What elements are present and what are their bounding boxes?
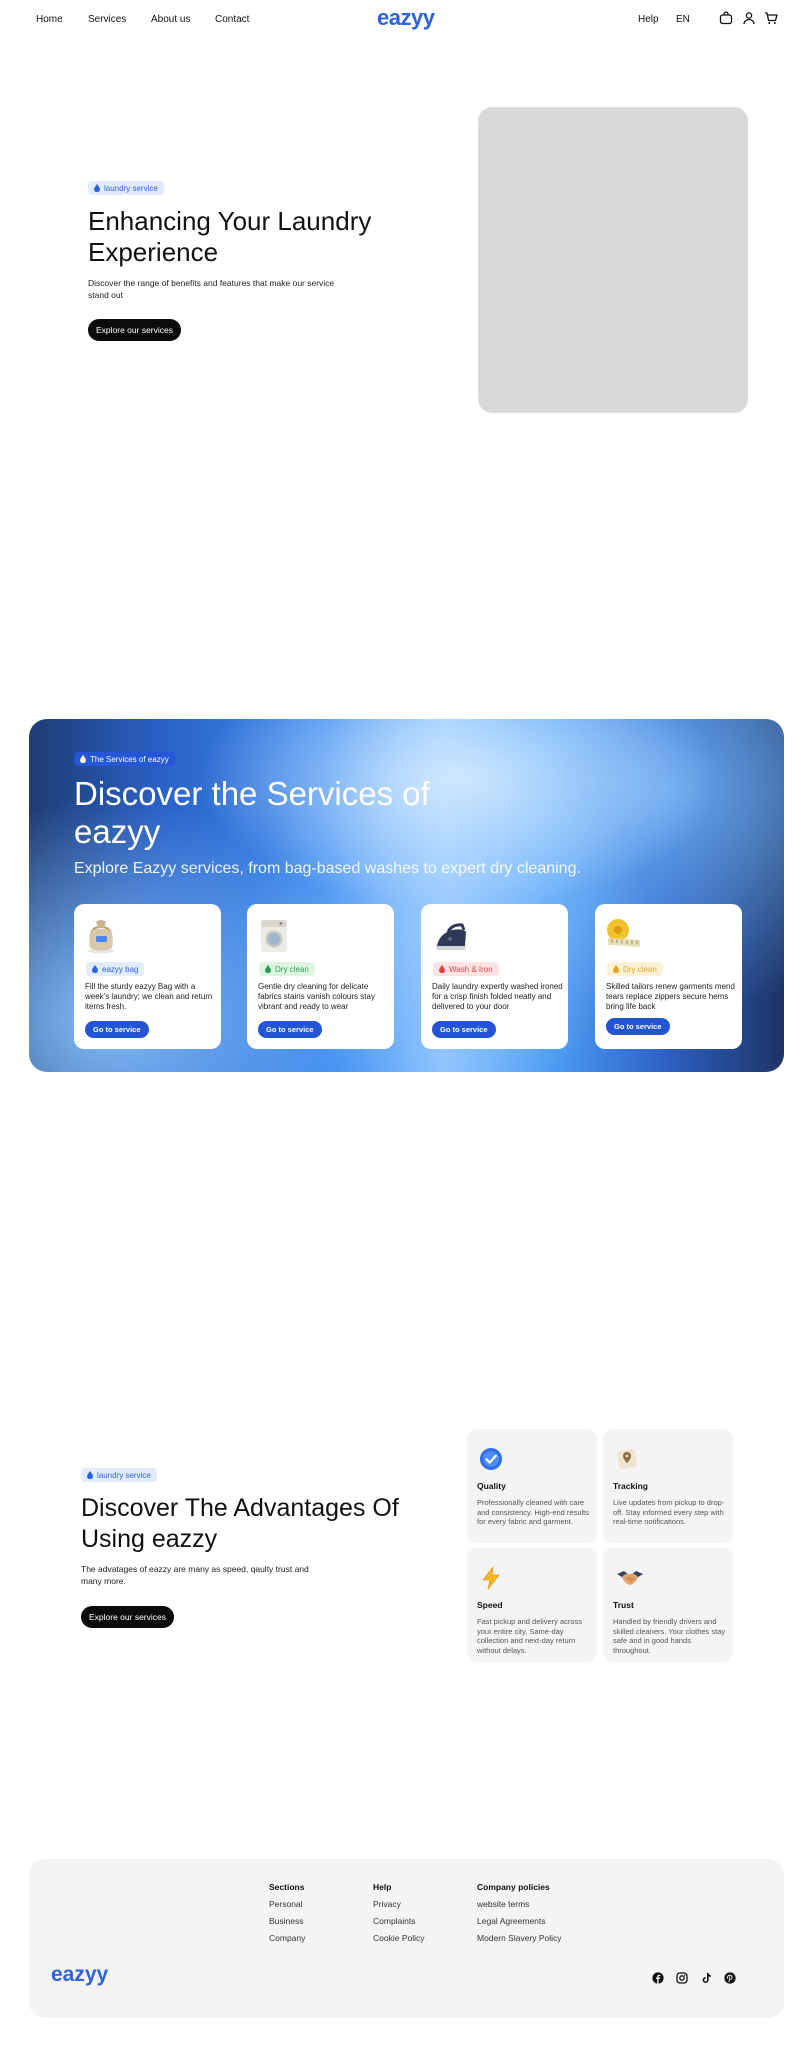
hero-title: Enhancing Your Laundry Experience bbox=[88, 206, 372, 267]
feature-name: Speed bbox=[477, 1600, 503, 1610]
go-to-service-button[interactable]: Go to service bbox=[432, 1021, 496, 1038]
service-tag-label: Wash & Iron bbox=[449, 964, 493, 974]
logo[interactable]: eazyy bbox=[377, 5, 435, 31]
drop-icon bbox=[87, 1471, 93, 1479]
drop-icon bbox=[613, 965, 619, 973]
service-description: Skilled tailors renew garments mend tear… bbox=[606, 982, 735, 1011]
footer-link-modern-slavery[interactable]: Modern Slavery Policy bbox=[477, 1933, 562, 1943]
hero-tag-label: laundry service bbox=[104, 183, 158, 193]
handshake-icon bbox=[617, 1571, 643, 1585]
advantages-description: The advatages of eazzy are many as speed… bbox=[81, 1564, 309, 1586]
service-tag-label: Dry clean bbox=[623, 964, 657, 974]
service-tag: Dry clean bbox=[607, 962, 663, 976]
feature-name: Quality bbox=[477, 1481, 506, 1491]
feature-name: Trust bbox=[613, 1600, 634, 1610]
map-pin-icon bbox=[617, 1449, 637, 1469]
footer-link-legal-agreements[interactable]: Legal Agreements bbox=[477, 1916, 546, 1926]
cart-icon[interactable] bbox=[764, 11, 778, 25]
tiktok-icon[interactable] bbox=[700, 1972, 712, 1984]
service-card-tailoring: Dry clean Skilled tailors renew garments… bbox=[595, 904, 742, 1049]
iron-icon bbox=[436, 923, 466, 950]
explore-services-button[interactable]: Explore our services bbox=[88, 319, 182, 341]
feature-card-tracking: Tracking Live updates from pickup to dro… bbox=[603, 1429, 733, 1543]
go-to-service-button[interactable]: Go to service bbox=[606, 1018, 670, 1035]
check-badge-icon bbox=[480, 1448, 502, 1470]
go-to-service-button[interactable]: Go to service bbox=[85, 1021, 149, 1038]
feature-name: Tracking bbox=[613, 1481, 648, 1491]
drop-icon bbox=[94, 184, 100, 192]
service-description: Fill the sturdy eazyy Bag with a week's … bbox=[85, 982, 213, 1011]
nav-link-home[interactable]: Home bbox=[36, 14, 63, 25]
service-description: Gentle dry cleaning for delicate fabrics… bbox=[258, 982, 375, 1011]
feature-description: Live updates from pickup to drop-off. St… bbox=[613, 1498, 725, 1526]
service-card-dry-clean: Dry clean Gentle dry cleaning for delica… bbox=[247, 904, 394, 1049]
go-to-service-button[interactable]: Go to service bbox=[258, 1021, 322, 1038]
service-tag: Dry clean bbox=[259, 962, 315, 976]
advantages-tag: laundry service bbox=[81, 1468, 157, 1482]
bag-icon[interactable] bbox=[719, 11, 733, 25]
hero-description: Discover the range of benefits and featu… bbox=[88, 278, 335, 300]
footer: Sections Personal Business Company Help … bbox=[29, 1859, 784, 2018]
drop-icon bbox=[265, 965, 271, 973]
advantages-tag-label: laundry service bbox=[97, 1470, 151, 1480]
feature-card-speed: Speed Fast pickup and delivery across yo… bbox=[467, 1548, 597, 1662]
nav-link-help[interactable]: Help bbox=[638, 14, 659, 25]
hero-tag: laundry service bbox=[88, 181, 164, 195]
facebook-icon[interactable] bbox=[652, 1972, 664, 1984]
feature-card-quality: Quality Professionally cleaned with care… bbox=[467, 1429, 597, 1543]
user-icon[interactable] bbox=[742, 11, 756, 25]
instagram-icon[interactable] bbox=[676, 1972, 688, 1984]
service-tag: Wash & Iron bbox=[433, 962, 499, 976]
services-subtitle: Explore Eazyy services, from bag-based w… bbox=[74, 860, 581, 877]
lightning-icon bbox=[482, 1566, 500, 1590]
feature-description: Handled by friendly drivers and skilled … bbox=[613, 1617, 726, 1655]
service-card-eazyy-bag: eazyy bag Fill the sturdy eazyy Bag with… bbox=[74, 904, 221, 1049]
services-tag: The Services of eazyy bbox=[74, 752, 175, 766]
footer-column-title: Company policies bbox=[477, 1882, 550, 1892]
top-navigation: Home Services About us Contact eazyy Hel… bbox=[0, 0, 812, 38]
services-tag-label: The Services of eazyy bbox=[90, 754, 169, 764]
drop-icon bbox=[80, 755, 86, 763]
service-tag-label: Dry clean bbox=[275, 964, 309, 974]
service-tag: eazyy bag bbox=[86, 962, 145, 976]
measuring-tape-icon bbox=[607, 919, 640, 947]
footer-link-personal[interactable]: Personal bbox=[269, 1899, 303, 1909]
service-description: Daily laundry expertly washed ironed for… bbox=[432, 982, 563, 1011]
services-title: Discover the Services of eazyy bbox=[74, 775, 430, 850]
feature-description: Fast pickup and delivery across your ent… bbox=[477, 1617, 583, 1655]
nav-link-services[interactable]: Services bbox=[88, 14, 126, 25]
services-section: The Services of eazyy Discover the Servi… bbox=[29, 719, 784, 1072]
washing-machine-icon bbox=[261, 920, 287, 952]
pinterest-icon[interactable] bbox=[724, 1972, 736, 1984]
drop-icon bbox=[92, 965, 98, 973]
footer-logo[interactable]: eazyy bbox=[51, 1963, 108, 1987]
footer-link-website-terms[interactable]: website terms bbox=[477, 1899, 529, 1909]
hero-image-placeholder bbox=[478, 107, 748, 413]
footer-column-title: Sections bbox=[269, 1882, 305, 1892]
footer-link-company[interactable]: Company bbox=[269, 1933, 305, 1943]
footer-link-privacy[interactable]: Privacy bbox=[373, 1899, 401, 1909]
language-selector[interactable]: EN bbox=[676, 14, 690, 25]
service-card-wash-iron: Wash & Iron Daily laundry expertly washe… bbox=[421, 904, 568, 1049]
advantages-title: Discover The Advantages Of Using eazzy bbox=[81, 1494, 399, 1553]
footer-column-title: Help bbox=[373, 1882, 392, 1892]
footer-link-complaints[interactable]: Complaints bbox=[373, 1916, 416, 1926]
drop-icon bbox=[439, 965, 445, 973]
service-tag-label: eazyy bag bbox=[102, 964, 139, 974]
explore-services-button-2[interactable]: Explore our services bbox=[81, 1606, 175, 1628]
feature-description: Professionally cleaned with care and con… bbox=[477, 1498, 590, 1526]
nav-link-about[interactable]: About us bbox=[151, 14, 190, 25]
feature-card-trust: Trust Handled by friendly drivers and sk… bbox=[603, 1548, 733, 1662]
nav-link-contact[interactable]: Contact bbox=[215, 14, 249, 25]
laundry-bag-icon bbox=[88, 920, 114, 954]
footer-link-cookie-policy[interactable]: Cookie Policy bbox=[373, 1933, 425, 1943]
footer-link-business[interactable]: Business bbox=[269, 1916, 304, 1926]
